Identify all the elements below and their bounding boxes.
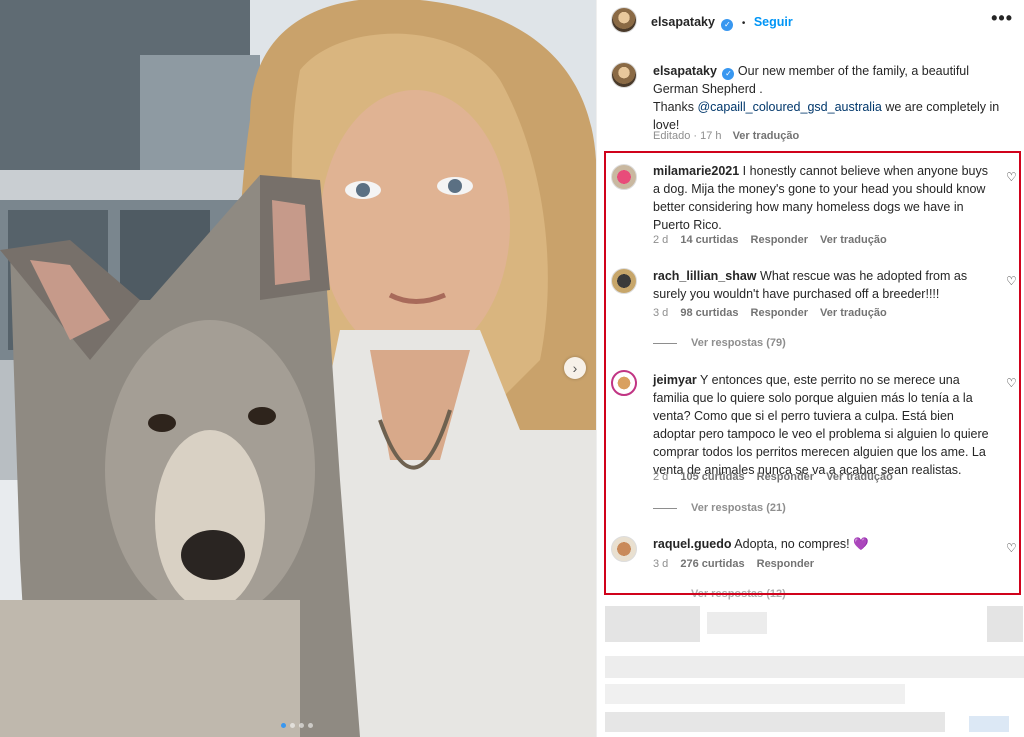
- caption-meta: Editado · 17 h Ver tradução: [653, 130, 799, 142]
- verified-badge-icon: ✓: [722, 68, 735, 80]
- separator: •: [741, 18, 746, 29]
- post-caption: elsapataky ✓ Our new member of the famil…: [653, 62, 1013, 134]
- caption-mention-link[interactable]: @capaill_coloured_gsd_australia: [697, 100, 881, 114]
- follow-button[interactable]: Seguir: [754, 15, 793, 29]
- chevron-right-icon: ›: [572, 360, 578, 376]
- carousel-dot: [308, 723, 313, 728]
- verified-badge-icon: ✓: [721, 19, 734, 31]
- caption-username[interactable]: elsapataky: [653, 64, 717, 78]
- post-photo: ›: [0, 0, 596, 737]
- carousel-dot: [299, 723, 304, 728]
- caption-thanks: Thanks: [653, 100, 694, 114]
- header-line: elsapataky ✓ • Seguir: [651, 13, 793, 31]
- caption-translate-link[interactable]: Ver tradução: [733, 130, 800, 142]
- carousel-dot: [290, 723, 295, 728]
- more-options-button[interactable]: •••: [991, 8, 1013, 29]
- caption-avatar[interactable]: [611, 62, 637, 88]
- post-header: elsapataky ✓ • Seguir •••: [597, 0, 1024, 40]
- author-username[interactable]: elsapataky: [651, 15, 715, 29]
- caption-edited-time: Editado · 17 h: [653, 130, 722, 142]
- carousel-dot: [281, 723, 286, 728]
- photo-illustration: [0, 0, 596, 737]
- author-avatar[interactable]: [611, 7, 637, 33]
- carousel-next-button[interactable]: ›: [564, 357, 586, 379]
- carousel-indicator: [281, 723, 313, 728]
- more-horizontal-icon: •••: [991, 8, 1013, 28]
- highlight-box: [604, 151, 1021, 595]
